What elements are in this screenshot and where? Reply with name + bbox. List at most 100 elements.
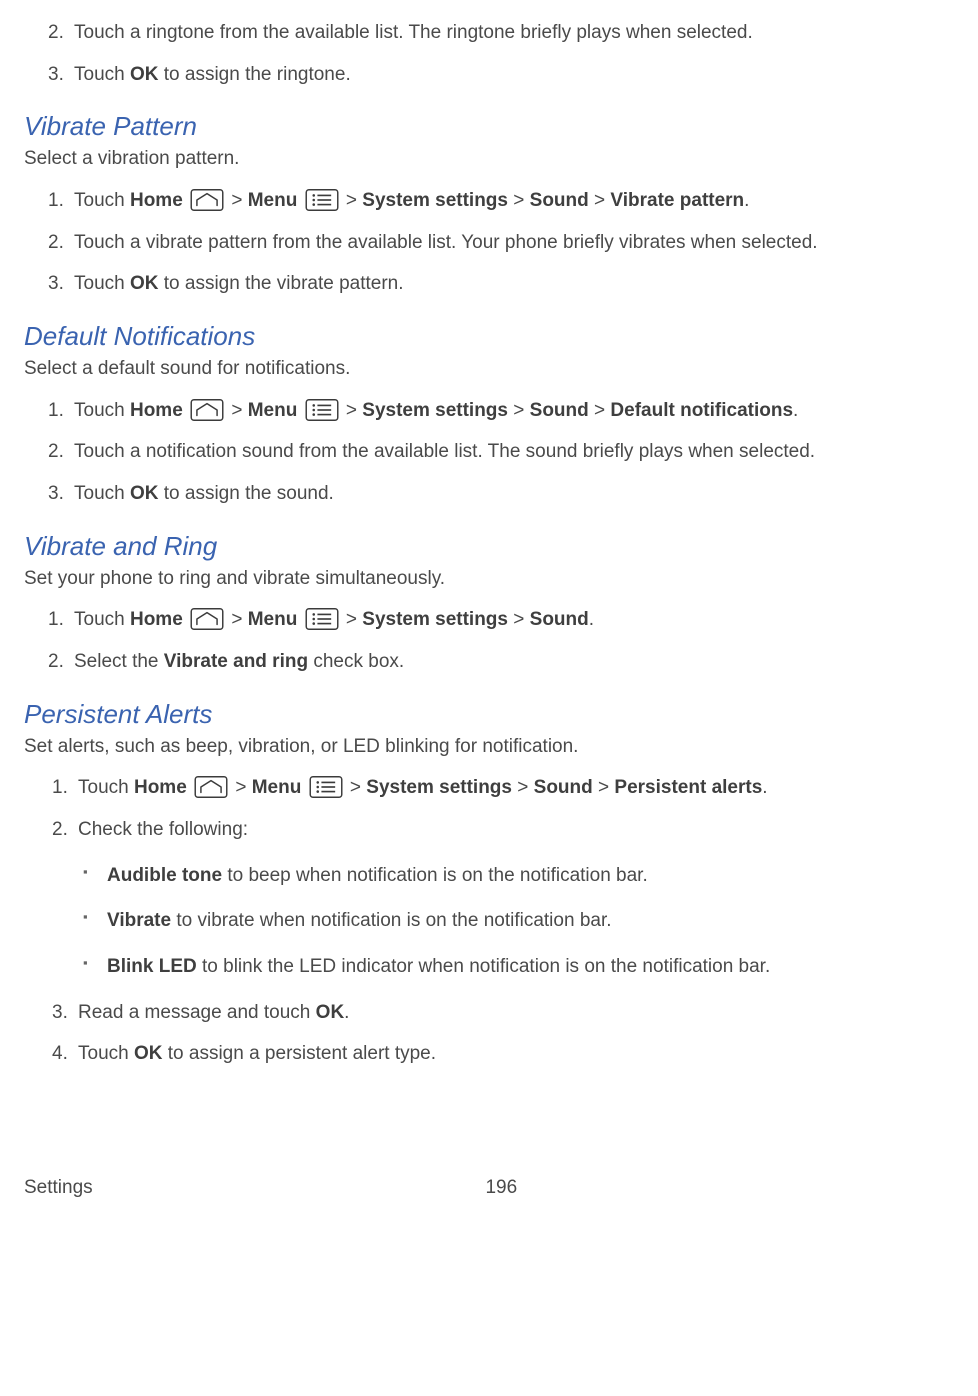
- numbered-list: 1.Touch Home > Menu > System settings > …: [24, 775, 950, 1066]
- text-run: Read a message and touch: [78, 1002, 316, 1023]
- section-heading: Vibrate and Ring: [24, 529, 950, 564]
- list-item: 3.Read a message and touch OK.: [78, 1000, 950, 1026]
- page-footer: Settings 196: [24, 1175, 950, 1201]
- list-item: Blink LED to blink the LED indicator whe…: [107, 954, 950, 980]
- text-run: [297, 190, 302, 211]
- list-item: Vibrate to vibrate when notification is …: [107, 908, 950, 934]
- menu-icon: [305, 399, 339, 421]
- bold-text: System settings: [362, 609, 508, 630]
- bold-text: Menu: [248, 190, 298, 211]
- list-item: 1.Touch Home > Menu > System settings > …: [74, 398, 950, 424]
- text-run: Touch: [74, 400, 130, 421]
- bold-text: System settings: [366, 777, 512, 798]
- text-run: >: [341, 400, 363, 421]
- list-item: 2.Touch a vibrate pattern from the avail…: [74, 230, 950, 256]
- bold-text: Blink LED: [107, 956, 197, 977]
- list-number: 2.: [48, 230, 64, 256]
- text-run: >: [226, 190, 248, 211]
- bold-text: Default notifications: [610, 400, 793, 421]
- bold-text: Menu: [252, 777, 302, 798]
- section-heading: Persistent Alerts: [24, 697, 950, 732]
- text-run: to assign the vibrate pattern.: [158, 273, 403, 294]
- bold-text: OK: [316, 1002, 345, 1023]
- text-run: Touch: [74, 64, 130, 85]
- bold-text: Sound: [530, 400, 589, 421]
- section-intro: Set alerts, such as beep, vibration, or …: [24, 734, 950, 760]
- home-icon: [190, 189, 224, 211]
- bold-text: OK: [134, 1043, 163, 1064]
- bold-text: Vibrate pattern: [610, 190, 744, 211]
- text-run: to blink the LED indicator when notifica…: [197, 956, 771, 977]
- footer-page-number: 196: [93, 1175, 950, 1201]
- menu-icon: [309, 776, 343, 798]
- list-number: 3.: [48, 481, 64, 507]
- list-item: 1.Touch Home > Menu > System settings > …: [74, 607, 950, 633]
- text-run: to vibrate when notification is on the n…: [171, 910, 611, 931]
- list-number: 1.: [48, 188, 64, 214]
- text-run: Touch a notification sound from the avai…: [74, 441, 815, 462]
- text-run: to beep when notification is on the noti…: [222, 865, 648, 886]
- text-run: >: [512, 777, 534, 798]
- bold-text: Menu: [248, 609, 298, 630]
- bold-text: Menu: [248, 400, 298, 421]
- bold-text: Sound: [534, 777, 593, 798]
- section-intro: Select a default sound for notifications…: [24, 356, 950, 382]
- list-item: 3.Touch OK to assign the sound.: [74, 481, 950, 507]
- list-number: 3.: [52, 1000, 68, 1026]
- text-run: check box.: [308, 651, 404, 672]
- list-item: 4.Touch OK to assign a persistent alert …: [78, 1041, 950, 1067]
- section-heading: Default Notifications: [24, 319, 950, 354]
- text-run: >: [589, 190, 611, 211]
- text-run: Touch a ringtone from the available list…: [74, 22, 753, 43]
- list-item: 3.Touch OK to assign the vibrate pattern…: [74, 271, 950, 297]
- text-run: to assign the ringtone.: [158, 64, 350, 85]
- list-item: 2.Touch a ringtone from the available li…: [74, 20, 950, 46]
- bold-text: Vibrate: [107, 910, 171, 931]
- text-run: [297, 609, 302, 630]
- bold-text: Audible tone: [107, 865, 222, 886]
- text-run: .: [762, 777, 767, 798]
- text-run: >: [341, 190, 363, 211]
- list-number: 1.: [48, 607, 64, 633]
- bold-text: Home: [134, 777, 187, 798]
- text-run: .: [793, 400, 798, 421]
- bold-text: System settings: [362, 190, 508, 211]
- list-item: 2.Select the Vibrate and ring check box.: [74, 649, 950, 675]
- list-number: 2.: [48, 20, 64, 46]
- text-run: >: [508, 190, 530, 211]
- section-intro: Select a vibration pattern.: [24, 146, 950, 172]
- text-run: [187, 777, 192, 798]
- numbered-list: 2. Touch a ringtone from the available li…: [24, 20, 950, 87]
- section-heading: Vibrate Pattern: [24, 109, 950, 144]
- list-number: 3.: [48, 62, 64, 88]
- text-run: >: [593, 777, 615, 798]
- list-item: Audible tone to beep when notification i…: [107, 863, 950, 889]
- text-run: Select the: [74, 651, 164, 672]
- list-item: 2.Touch a notification sound from the av…: [74, 439, 950, 465]
- list-item: 1.Touch Home > Menu > System settings > …: [78, 775, 950, 801]
- list-item: 1.Touch Home > Menu > System settings > …: [74, 188, 950, 214]
- list-number: 2.: [48, 439, 64, 465]
- footer-section-name: Settings: [24, 1175, 93, 1201]
- text-run: >: [589, 400, 611, 421]
- list-number: 2.: [52, 817, 68, 843]
- bulleted-list: Audible tone to beep when notification i…: [78, 863, 950, 980]
- text-run: .: [589, 609, 594, 630]
- text-run: to assign the sound.: [158, 483, 333, 504]
- text-run: >: [226, 400, 248, 421]
- bold-text: Persistent alerts: [614, 777, 762, 798]
- text-run: >: [341, 609, 363, 630]
- bold-text: System settings: [362, 400, 508, 421]
- text-run: Touch: [74, 190, 130, 211]
- section-intro: Set your phone to ring and vibrate simul…: [24, 566, 950, 592]
- text-run: >: [508, 609, 530, 630]
- home-icon: [190, 399, 224, 421]
- text-run: Touch: [74, 609, 130, 630]
- text-run: >: [230, 777, 252, 798]
- text-run: [183, 400, 188, 421]
- text-run: to assign a persistent alert type.: [162, 1043, 436, 1064]
- menu-icon: [305, 608, 339, 630]
- text-run: [183, 609, 188, 630]
- text-run: .: [344, 1002, 349, 1023]
- list-number: 4.: [52, 1041, 68, 1067]
